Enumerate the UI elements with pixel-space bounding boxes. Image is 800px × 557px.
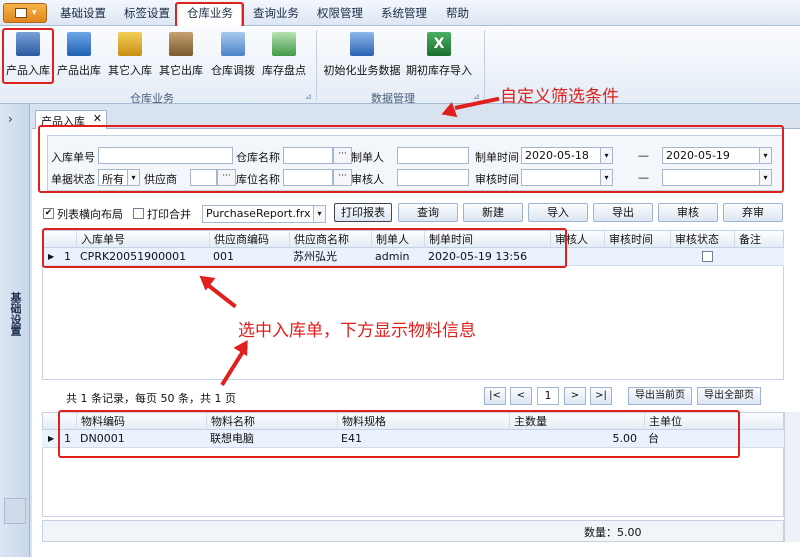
date-to-input[interactable]: 2020-05-19 [662,147,760,164]
menu-permissions[interactable]: 权限管理 [317,5,363,21]
label-warehouse-name: 仓库名称 [236,151,280,164]
creator-input[interactable] [397,147,469,164]
stock-in-icon [16,32,40,56]
print-report-button[interactable]: 打印报表 [334,203,392,222]
page-number-input[interactable]: 1 [537,387,559,405]
first-page-button[interactable]: |< [484,387,506,405]
review-date-to-input[interactable] [662,169,760,186]
delivery-truck-icon [169,32,193,56]
excel-icon: X [427,32,451,56]
menu-basic-settings[interactable]: 基础设置 [60,5,106,21]
prev-page-button[interactable]: < [510,387,532,405]
label-reviewer: 审核人 [351,173,384,186]
export-all-pages-button[interactable]: 导出全部页 [697,387,761,405]
warehouse-transfer-button[interactable]: 仓库调拨 [208,30,258,82]
close-icon[interactable]: ✕ [93,112,102,125]
warehouse-picker-button[interactable]: ··· [333,147,352,164]
menu-help[interactable]: 帮助 [446,5,469,21]
highlight-box-grid1 [42,228,567,268]
report-file-dropdown[interactable]: ▾ [313,205,326,223]
group-launcher-icon[interactable]: ⊿ [473,92,480,101]
label-creator: 制单人 [351,151,384,164]
annotation-select-order: 选中入库单，下方显示物料信息 [238,321,476,341]
row-pointer-icon: ▶ [48,434,55,443]
other-out-button[interactable]: 其它出库 [156,30,206,82]
ribbon-separator [484,30,485,100]
label-location: 库位名称 [236,173,280,186]
menu-label-settings[interactable]: 标签设置 [124,5,170,21]
col-remark[interactable]: 备注 [735,231,785,249]
col-review-time[interactable]: 审核时间 [605,231,671,249]
left-panel-scroll[interactable] [4,498,26,524]
vertical-scrollbar[interactable] [784,412,800,542]
opening-stock-import-button[interactable]: X 期初库存导入 [404,30,474,82]
product-in-button[interactable]: 产品入库 [3,30,53,82]
date-range-dash: — [638,149,649,162]
inbound-no-input[interactable] [98,147,233,164]
print-merge-checkbox[interactable] [133,208,144,219]
new-button[interactable]: 新建 [463,203,523,222]
truck-icon [67,32,91,56]
review-status-checkbox[interactable] [702,251,713,262]
other-in-button[interactable]: 其它入库 [105,30,155,82]
review-date-dash: — [638,171,649,184]
status-dropdown[interactable]: ▾ [127,169,140,186]
init-data-icon [350,32,374,56]
menu-system[interactable]: 系统管理 [381,5,427,21]
approve-button[interactable]: 审核 [658,203,718,222]
export-current-page-button[interactable]: 导出当前页 [628,387,692,405]
expand-arrow-icon[interactable]: › [8,112,13,126]
location-input[interactable] [283,169,333,186]
document-icon [15,8,27,18]
total-quantity: 数量：5.00 [584,526,642,539]
reviewer-input[interactable] [397,169,469,186]
date-from-dropdown[interactable]: ▾ [600,147,613,164]
supplier-picker-button[interactable]: ··· [217,169,236,186]
status-select[interactable]: 所有 [98,169,128,186]
review-date-from-dropdown[interactable]: ▾ [600,169,613,186]
unapprove-button[interactable]: 弃审 [723,203,783,222]
location-picker-button[interactable]: ··· [333,169,352,186]
init-data-button[interactable]: 初始化业务数据 [322,30,402,82]
forklift-icon [118,32,142,56]
last-page-button[interactable]: >| [590,387,612,405]
supplier-input[interactable] [190,169,217,186]
group-launcher-icon[interactable]: ⊿ [305,92,312,101]
highlight-box-grid2 [58,410,740,458]
horizontal-layout-label: 列表横向布局 [57,208,123,221]
label-supplier: 供应商 [144,173,177,186]
warehouse-name-input[interactable] [283,147,333,164]
transfer-icon [221,32,245,56]
menu-query[interactable]: 查询业务 [253,5,299,21]
group-label-warehouse: 仓库业务 [130,92,174,105]
horizontal-layout-checkbox[interactable]: ✔ [43,208,54,219]
inventory-check-button[interactable]: 库存盘点 [259,30,309,82]
label-review-time: 审核时间 [475,173,519,186]
report-file-select[interactable]: PurchaseReport.frx [202,205,314,223]
import-button[interactable]: 导入 [528,203,588,222]
review-date-to-dropdown[interactable]: ▾ [759,169,772,186]
next-page-button[interactable]: > [564,387,586,405]
query-button[interactable]: 查询 [398,203,458,222]
magnifier-icon [272,32,296,56]
menu-warehouse[interactable]: 仓库业务 [187,5,233,21]
app-menu-button[interactable]: ▾ [3,3,47,23]
pager-summary: 共 1 条记录，每页 50 条，共 1 页 [66,392,236,405]
col-review-status[interactable]: 审核状态 [671,231,735,249]
label-status: 单据状态 [51,173,95,186]
print-merge-label: 打印合并 [147,208,191,221]
date-from-input[interactable]: 2020-05-18 [521,147,601,164]
annotation-filter: 自定义筛选条件 [500,87,619,107]
group-label-data: 数据管理 [371,92,415,105]
review-date-from-input[interactable] [521,169,601,186]
product-out-button[interactable]: 产品出库 [54,30,104,82]
label-inbound-no: 入库单号 [51,151,95,164]
chevron-down-icon: ▾ [32,8,37,18]
label-create-time: 制单时间 [475,151,519,164]
date-to-dropdown[interactable]: ▾ [759,147,772,164]
export-button[interactable]: 导出 [593,203,653,222]
ribbon-separator [316,30,317,100]
left-panel-label[interactable]: 基础设置 [5,292,23,336]
summary-bar [42,520,784,542]
